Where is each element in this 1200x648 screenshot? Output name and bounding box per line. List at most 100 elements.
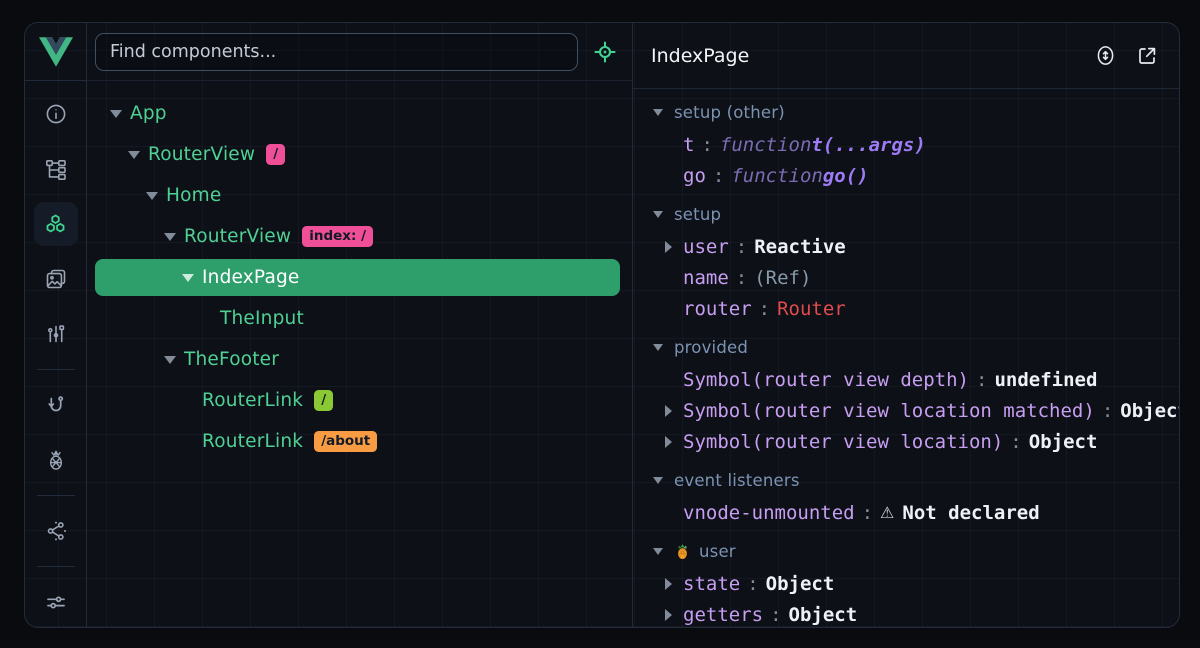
property-colon: : [1102,400,1113,422]
timeline-nav-button[interactable] [34,312,78,356]
property-colon: : [713,165,724,187]
tree-node[interactable]: RouterView/ [87,134,632,175]
expand-arrow-icon[interactable] [665,436,677,448]
property-key: go [683,165,706,187]
rail-bottom-group [34,564,78,628]
state-section: setup (other)t:function t(...args)go:fun… [633,95,1179,191]
property-value: Object [766,573,835,595]
graph-nav-button[interactable] [34,509,78,553]
collapse-arrow-icon[interactable] [110,110,122,118]
property-row[interactable]: go:function go() [633,160,1179,191]
info-nav-button[interactable] [34,92,78,136]
property-key: getters [683,604,763,626]
triangle-down [146,192,158,200]
triangle-down [128,151,140,159]
inspector-title: IndexPage [651,45,1094,67]
tree-node[interactable]: IndexPage [95,259,620,296]
property-row[interactable]: Symbol(router view depth): undefined [633,364,1179,395]
rail-divider [37,495,75,496]
pinia-store-icon [674,543,691,560]
graph-icon [44,519,68,543]
tree-node[interactable]: RouterLink/about [87,421,632,462]
property-colon: : [736,267,747,289]
vue-devtools-window: AppRouterView/HomeRouterViewindex: /Inde… [0,0,1200,648]
select-component-button[interactable] [590,37,620,67]
component-tree-icon [44,157,68,181]
property-key: router [683,298,752,320]
expand-arrow-icon[interactable] [665,609,677,621]
components-nav-button[interactable] [34,202,78,246]
property-value: Object [789,604,858,626]
inspector-body: setup (other)t:function t(...args)go:fun… [633,89,1179,627]
property-key: user [683,236,729,258]
settings-nav-button[interactable] [34,580,78,624]
scroll-to-component-icon[interactable] [1094,43,1117,68]
triangle-down [182,274,194,282]
property-colon: : [701,134,712,156]
property-key: Symbol(router view location matched) [683,400,1095,422]
component-tree: AppRouterView/Home RouterViewindex: /Inde… [87,81,632,627]
section-title: provided [674,338,748,357]
collapse-arrow-icon[interactable] [164,356,176,364]
property-row[interactable]: t:function t(...args) [633,129,1179,160]
settings-icon [44,590,68,614]
open-in-editor-icon[interactable] [1135,44,1159,68]
property-row[interactable]: getters:Object [633,599,1179,627]
rail-divider [37,566,75,567]
expand-arrow-icon[interactable] [665,405,677,417]
tree-node[interactable]: App [87,93,632,134]
component-tree-nav-button[interactable] [34,147,78,191]
property-value: t(...args) [811,134,925,156]
collapse-arrow-icon[interactable] [146,192,158,200]
property-colon: : [976,369,987,391]
property-row[interactable]: state:Object [633,568,1179,599]
pinia-nav-button[interactable] [34,438,78,482]
collapse-arrow-icon[interactable] [128,151,140,159]
router-nav-button[interactable] [34,383,78,427]
tree-node-label: Home [166,185,221,206]
property-value: Not declared [902,502,1039,524]
search-input[interactable] [110,42,563,62]
property-key: Symbol(router view depth) [683,369,969,391]
route-badge: index: / [302,226,373,247]
tree-node[interactable]: RouterLink/ [87,380,632,421]
property-row[interactable]: user:Reactive [633,231,1179,262]
assets-icon [44,267,68,291]
triangle-down [164,233,176,241]
property-row[interactable]: name: (Ref) [633,262,1179,293]
state-section: setupuser:Reactivename: (Ref)router:Rout… [633,197,1179,324]
property-row[interactable]: router:Router [633,293,1179,324]
tree-node[interactable]: RouterViewindex: / [87,216,632,257]
search-box [95,33,578,71]
triangle-right [665,405,672,417]
tree-node[interactable]: TheFooter [87,339,632,380]
components-icon [43,212,68,237]
property-value: function [731,165,823,187]
expand-arrow-icon[interactable] [665,578,677,590]
property-value: Object [1029,431,1098,453]
section-header[interactable]: event listeners [633,463,1179,497]
property-colon: : [747,573,758,595]
property-value: Object [1120,400,1179,422]
assets-nav-button[interactable] [34,257,78,301]
section-header[interactable]: setup [633,197,1179,231]
expand-arrow-icon[interactable] [665,241,677,253]
inspector-header: IndexPage [633,23,1179,89]
property-value: function [720,134,812,156]
collapse-arrow-icon[interactable] [164,233,176,241]
property-row[interactable]: Symbol(router view location matched): Obj… [633,395,1179,426]
triangle-down [164,356,176,364]
tree-node[interactable]: Home [87,175,632,216]
collapse-arrow-icon[interactable] [182,274,194,282]
property-value: (Ref) [754,267,811,289]
property-row[interactable]: vnode-unmounted:⚠Not declared [633,497,1179,528]
property-row[interactable]: Symbol(router view location):Object [633,426,1179,457]
route-badge: /about [314,431,377,452]
inspector-pane: IndexPage [633,23,1179,627]
triangle-down [110,110,122,118]
section-header[interactable]: setup (other) [633,95,1179,129]
property-value: undefined [994,369,1097,391]
tree-node[interactable]: TheInput [87,298,632,339]
section-header[interactable]: user [633,534,1179,568]
section-header[interactable]: provided [633,330,1179,364]
